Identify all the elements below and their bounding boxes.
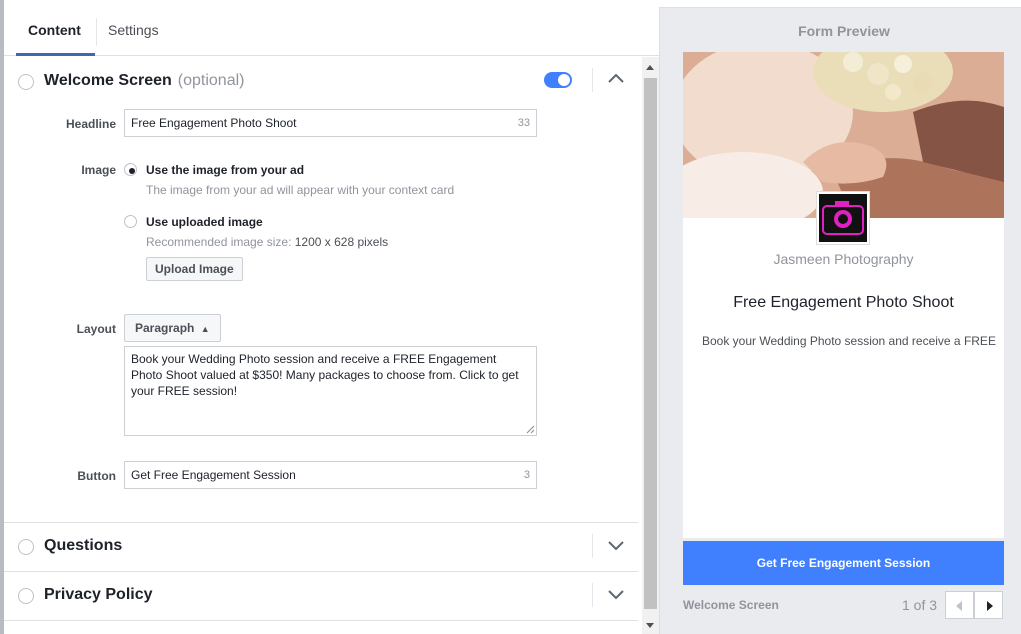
image-from-ad-radio[interactable]	[124, 163, 137, 176]
form-preview-panel: Form Preview Jasmeen Photography Free En…	[659, 8, 1021, 634]
preview-headline: Free Engagement Photo Shoot	[733, 294, 954, 311]
privacy-policy-radio[interactable]	[18, 588, 34, 604]
paragraph-textarea[interactable]: Book your Wedding Photo session and rece…	[124, 346, 537, 436]
tab-bar: Content Settings	[4, 8, 659, 56]
privacy-policy-title[interactable]: Privacy Policy	[44, 586, 153, 604]
button-text-value: Get Free Engagement Session	[131, 468, 296, 482]
section-divider	[4, 522, 638, 523]
editor-panel: Content Settings Welcome Screen (optional…	[0, 0, 659, 634]
headline-input[interactable]: Free Engagement Photo Shoot 33	[124, 109, 537, 137]
next-page-button[interactable]	[974, 591, 1003, 619]
chevron-up-icon[interactable]	[606, 68, 626, 88]
chevron-down-icon[interactable]	[606, 536, 626, 556]
welcome-screen-title-text: Welcome Screen	[44, 72, 172, 89]
image-label: Image	[81, 163, 116, 177]
button-label: Button	[77, 469, 116, 483]
image-from-ad-hint: The image from your ad will appear with …	[146, 183, 455, 197]
section-divider	[4, 620, 638, 621]
camera-logo-icon	[819, 194, 867, 242]
page-logo	[816, 191, 870, 245]
header-divider	[592, 68, 593, 92]
scroll-up-icon[interactable]	[646, 65, 654, 70]
preview-step-label: Welcome Screen	[683, 598, 779, 612]
headline-value: Free Engagement Photo Shoot	[131, 116, 297, 130]
headline-char-count: 33	[517, 117, 530, 129]
recommended-size-prefix: Recommended image size:	[146, 235, 292, 249]
questions-title[interactable]: Questions	[44, 537, 122, 555]
uploaded-image-title: Use uploaded image	[146, 215, 263, 229]
welcome-screen-title: Welcome Screen (optional)	[44, 72, 244, 90]
scroll-down-icon[interactable]	[646, 623, 654, 628]
welcome-screen-radio[interactable]	[18, 74, 34, 90]
tab-content[interactable]: Content	[28, 22, 81, 38]
select-arrows-icon: ▲︎	[200, 324, 210, 334]
editor-scrollbar[interactable]	[642, 57, 659, 634]
button-text-input[interactable]: Get Free Engagement Session 3	[124, 461, 537, 489]
form-preview-title: Form Preview	[798, 23, 890, 39]
preview-body: Book your Wedding Photo session and rece…	[702, 334, 996, 348]
paragraph-text: Book your Wedding Photo session and rece…	[131, 352, 519, 398]
uploaded-image-radio[interactable]	[124, 215, 137, 228]
layout-value: Paragraph	[135, 321, 195, 335]
preview-page-counter: 1 of 3	[902, 597, 938, 613]
recommended-size-value: 1200 x 628 pixels	[294, 235, 389, 249]
scrollbar-thumb[interactable]	[644, 78, 657, 609]
section-divider	[4, 571, 638, 572]
layout-select[interactable]: Paragraph ▲︎	[124, 314, 221, 342]
resize-handle-icon[interactable]	[526, 425, 535, 434]
headline-label: Headline	[65, 117, 116, 131]
lead-form-editor: Content Settings Welcome Screen (optional…	[0, 0, 1021, 634]
uploaded-image-hint: Recommended image size: 1200 x 628 pixel…	[146, 235, 388, 249]
tab-settings[interactable]: Settings	[108, 22, 159, 38]
welcome-screen-toggle[interactable]	[544, 72, 572, 88]
tab-divider	[96, 18, 97, 46]
chevron-down-icon[interactable]	[606, 585, 626, 605]
button-char-count: 3	[523, 469, 530, 481]
preview-cta-button[interactable]: Get Free Engagement Session	[683, 541, 1004, 585]
optional-label: (optional)	[177, 72, 245, 89]
header-divider	[592, 534, 593, 558]
previous-page-button[interactable]	[945, 591, 974, 619]
image-from-ad-title: Use the image from your ad	[146, 163, 305, 177]
active-tab-indicator	[16, 53, 95, 56]
questions-radio[interactable]	[18, 539, 34, 555]
header-divider	[592, 583, 593, 607]
arrow-right-icon	[987, 601, 993, 611]
layout-label: Layout	[76, 322, 116, 336]
preview-card: Jasmeen Photography Free Engagement Phot…	[683, 52, 1004, 538]
upload-image-button[interactable]: Upload Image	[146, 257, 243, 281]
arrow-left-icon	[956, 601, 962, 611]
page-name: Jasmeen Photography	[773, 251, 914, 267]
